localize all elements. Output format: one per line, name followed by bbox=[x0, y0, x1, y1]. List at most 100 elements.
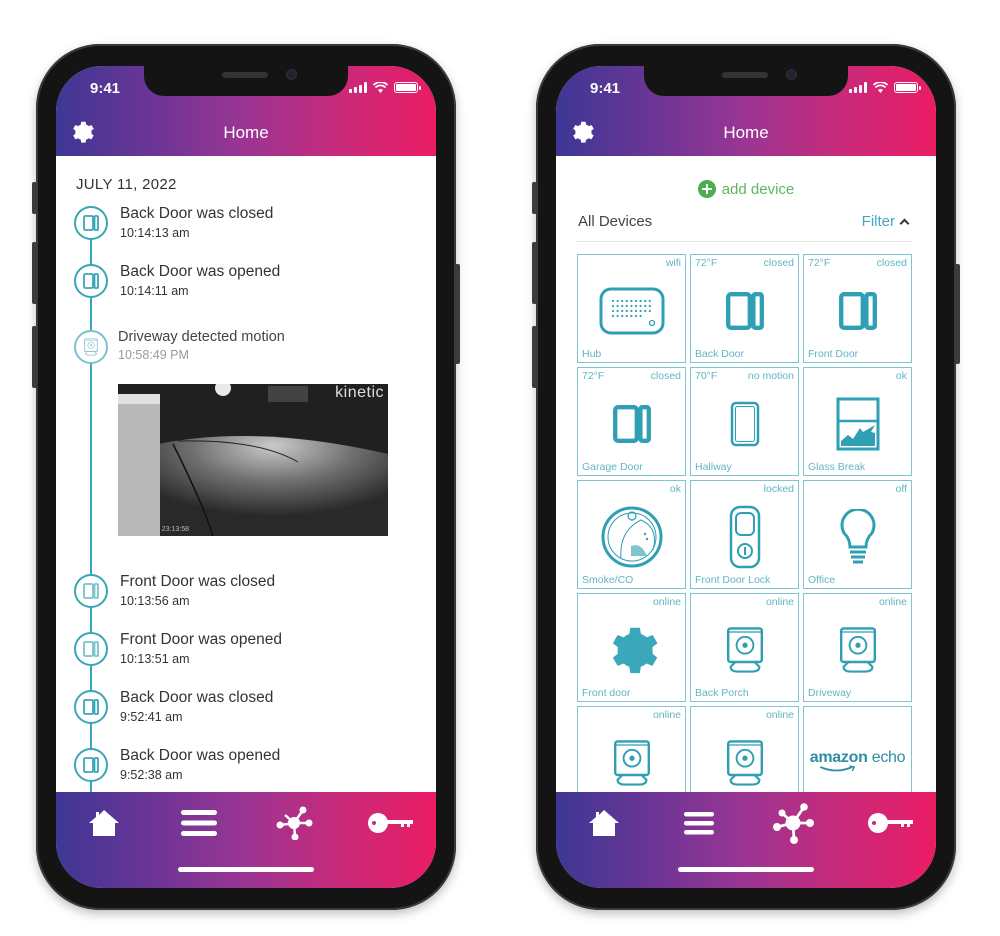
mute-switch bbox=[532, 182, 537, 214]
hub-speaker-dot bbox=[639, 299, 642, 302]
hub-speaker-dot bbox=[648, 309, 651, 312]
home-indicator[interactable] bbox=[178, 867, 314, 872]
left-screen: 9:41 Home JULY 11, 2022 Back Door was cl… bbox=[56, 66, 436, 888]
gear-icon bbox=[606, 624, 658, 676]
network-icon bbox=[773, 803, 814, 844]
hub-speaker-dot bbox=[639, 304, 642, 307]
event-label: Front Door was opened bbox=[120, 631, 282, 648]
device-tile-smoke-co[interactable]: ok Smoke/CO bbox=[577, 480, 686, 589]
door-sensor-icon bbox=[74, 574, 108, 608]
page-title: Home bbox=[723, 123, 769, 142]
device-status: online bbox=[765, 709, 794, 721]
device-tile-front-door[interactable]: 72°F closed Front Door bbox=[803, 254, 912, 363]
hub-speaker-dot bbox=[625, 304, 628, 307]
device-tile-back-door[interactable]: 72°F closed Back Door bbox=[690, 254, 799, 363]
hub-speaker-dot bbox=[620, 304, 623, 307]
tab-access[interactable] bbox=[866, 806, 916, 840]
tab-list[interactable] bbox=[679, 806, 719, 840]
event-time: 10:58:49 PM bbox=[118, 348, 189, 362]
event-label: Back Door was closed bbox=[120, 689, 274, 706]
bulb-icon bbox=[840, 508, 875, 564]
hub-speaker-dot bbox=[639, 309, 642, 312]
hub-speaker-dot bbox=[620, 299, 623, 302]
device-tile-garage-door[interactable]: 72°F closed Garage Door bbox=[577, 367, 686, 476]
device-tile-glass-break[interactable]: ok Glass Break bbox=[803, 367, 912, 476]
chevron-up-icon bbox=[899, 218, 910, 229]
status-time: 9:41 bbox=[90, 80, 121, 97]
door-sensor-icon bbox=[74, 632, 108, 666]
device-tile-front-door-lock[interactable]: locked Front Door Lock bbox=[690, 480, 799, 589]
filter-label: Filter bbox=[861, 213, 895, 230]
event-label: Driveway detected motion bbox=[118, 329, 285, 345]
device-name: Front Door bbox=[808, 348, 859, 360]
device-status: locked bbox=[763, 483, 794, 495]
home-indicator[interactable] bbox=[678, 867, 814, 872]
hub-speaker-dot bbox=[616, 299, 619, 302]
key-icon bbox=[368, 813, 413, 833]
hub-speaker-dot bbox=[634, 309, 637, 312]
tab-home[interactable] bbox=[584, 806, 624, 840]
device-grid: wifi Hub 72°F closed Back Door 72°F clos… bbox=[577, 254, 913, 815]
device-status: online bbox=[878, 596, 907, 608]
door-sensor-icon bbox=[74, 206, 108, 240]
event-time: 9:52:38 am bbox=[120, 768, 183, 782]
device-name: Front Door Lock bbox=[695, 574, 771, 586]
tab-network[interactable] bbox=[771, 802, 815, 846]
device-name: Hallway bbox=[695, 461, 732, 473]
hub-speaker-dot bbox=[643, 299, 646, 302]
status-icons bbox=[849, 82, 921, 93]
door-sensor-icon bbox=[721, 287, 769, 335]
device-name: Front door bbox=[582, 687, 631, 699]
door-sensor-icon bbox=[834, 287, 882, 335]
device-tile-hub[interactable]: wifi Hub bbox=[577, 254, 686, 363]
device-status: ok bbox=[895, 370, 907, 382]
device-name: Glass Break bbox=[808, 461, 866, 473]
filter-button[interactable]: Filter bbox=[861, 213, 910, 230]
volume-up-button bbox=[532, 242, 537, 304]
device-tile-hallway[interactable]: 70°F no motion Hallway bbox=[690, 367, 799, 476]
device-tile-office[interactable]: off Office bbox=[803, 480, 912, 589]
hub-speaker-dot bbox=[611, 299, 614, 302]
home-icon bbox=[89, 810, 119, 836]
camera-snapshot[interactable]: kinetic 2023-09-10 23:13:58 bbox=[118, 384, 388, 536]
event-label: Front Door was closed bbox=[120, 573, 276, 590]
device-tile-driveway[interactable]: online Driveway bbox=[803, 593, 912, 702]
plus-icon bbox=[697, 180, 716, 198]
volume-down-button bbox=[532, 326, 537, 388]
motion-sensor-icon bbox=[730, 401, 759, 446]
hub-speaker-dot bbox=[616, 309, 619, 312]
hub-speaker-dot bbox=[634, 314, 637, 317]
hub-speaker-dot bbox=[611, 304, 614, 307]
tab-bar bbox=[556, 792, 936, 888]
signal-icon bbox=[349, 82, 367, 93]
hub-speaker-dot bbox=[634, 304, 637, 307]
tab-home[interactable] bbox=[84, 806, 124, 840]
hub-speaker-dot bbox=[625, 299, 628, 302]
event-time: 9:52:41 am bbox=[120, 710, 183, 724]
tab-access[interactable] bbox=[366, 806, 416, 840]
status-icons bbox=[349, 82, 421, 93]
add-device-label: add device bbox=[721, 180, 795, 198]
device-temp: 70°F bbox=[695, 370, 718, 382]
device-name: Garage Door bbox=[582, 461, 643, 473]
device-status: wifi bbox=[665, 257, 681, 269]
event-time: 10:13:56 am bbox=[120, 594, 190, 608]
tab-list[interactable] bbox=[179, 806, 219, 840]
device-name: Back Porch bbox=[695, 687, 749, 699]
device-name: Back Door bbox=[695, 348, 745, 360]
hub-speaker-dot bbox=[643, 309, 646, 312]
add-device-button[interactable]: add device bbox=[556, 180, 936, 198]
section-title: All Devices bbox=[578, 213, 653, 230]
hub-icon bbox=[599, 287, 664, 335]
hub-speaker-dot bbox=[611, 314, 614, 317]
lock-icon bbox=[729, 505, 760, 568]
hub-speaker-dot bbox=[620, 314, 623, 317]
hub-speaker-dot bbox=[620, 309, 623, 312]
power-button bbox=[955, 264, 960, 364]
device-status: no motion bbox=[747, 370, 794, 382]
device-status: closed bbox=[650, 370, 681, 382]
device-name: Office bbox=[808, 574, 836, 586]
device-tile-back-porch[interactable]: online Back Porch bbox=[690, 593, 799, 702]
device-tile-front-door-controller[interactable]: online Front door bbox=[577, 593, 686, 702]
tab-network[interactable] bbox=[274, 806, 314, 840]
